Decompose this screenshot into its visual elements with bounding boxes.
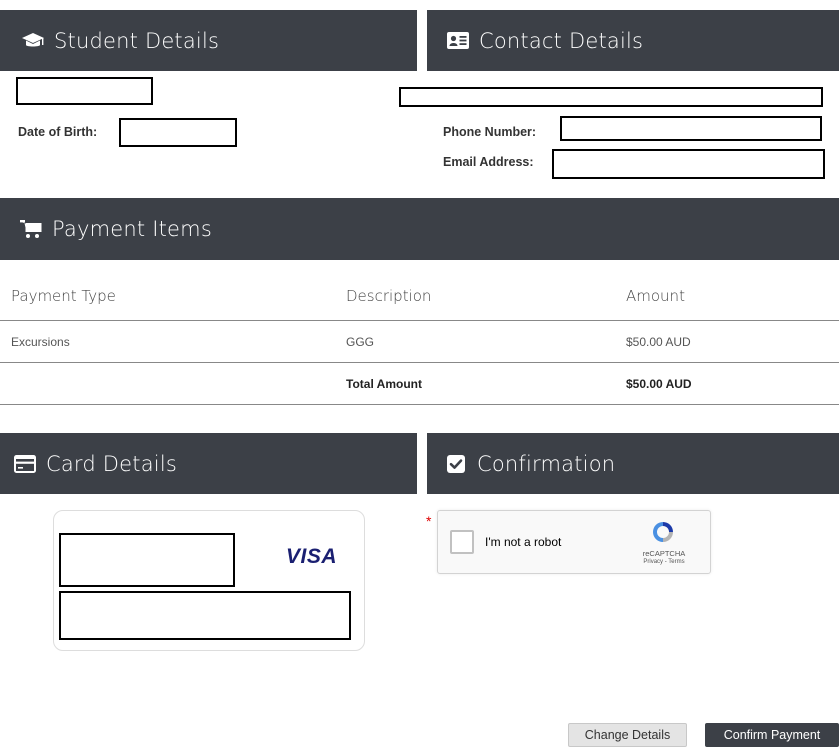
- column-header-description: Description: [345, 272, 625, 321]
- student-name-redacted: [16, 77, 153, 105]
- email-label: Email Address:: [443, 155, 534, 169]
- confirmation-header: Confirmation: [427, 433, 839, 494]
- total-label: Total Amount: [345, 362, 625, 405]
- table-header-row: Payment Type Description Amount: [0, 272, 839, 321]
- confirmation-title: Confirmation: [477, 451, 616, 476]
- id-card-icon: [445, 30, 471, 52]
- amount-cell: $50.00 AUD: [625, 320, 839, 363]
- total-amount: $50.00 AUD: [625, 362, 839, 405]
- card-details-title: Card Details: [46, 451, 178, 476]
- graduation-cap-icon: [20, 30, 46, 52]
- recaptcha-privacy-terms-link[interactable]: Privacy - Terms: [624, 559, 704, 565]
- required-marker: *: [426, 513, 432, 529]
- recaptcha-widget: I'm not a robot reCAPTCHA Privacy - Term…: [437, 510, 711, 574]
- total-row: Total Amount $50.00 AUD: [0, 362, 839, 405]
- contact-details-header: Contact Details: [427, 10, 839, 71]
- recaptcha-checkbox[interactable]: [450, 530, 474, 554]
- dob-label: Date of Birth:: [18, 125, 98, 139]
- column-header-amount: Amount: [625, 272, 839, 321]
- check-square-icon: [443, 453, 469, 475]
- card-details-redacted[interactable]: [59, 591, 351, 640]
- description-cell: GGG: [345, 320, 625, 363]
- change-details-button[interactable]: Change Details: [568, 723, 687, 747]
- student-details-header: Student Details: [0, 10, 417, 71]
- phone-label: Phone Number:: [443, 125, 537, 139]
- email-value-redacted: [552, 149, 825, 179]
- payment-items-table: Payment Type Description Amount Excursio…: [0, 272, 839, 405]
- column-header-payment-type: Payment Type: [0, 272, 345, 321]
- contact-details-title: Contact Details: [479, 28, 644, 53]
- payment-items-header: Payment Items: [0, 198, 839, 260]
- card-number-redacted[interactable]: [59, 533, 235, 587]
- total-spacer-cell: [0, 362, 345, 405]
- dob-value-redacted: [119, 118, 237, 147]
- payment-type-cell: Excursions: [0, 320, 345, 363]
- card-details-header: Card Details: [0, 433, 417, 494]
- credit-card-icon: [12, 453, 38, 475]
- contact-name-redacted: [399, 87, 823, 107]
- table-row: Excursions GGG $50.00 AUD: [0, 320, 839, 363]
- phone-value-redacted: [560, 116, 822, 141]
- shopping-cart-icon: [18, 218, 44, 240]
- payment-items-title: Payment Items: [52, 217, 212, 241]
- confirm-payment-button[interactable]: Confirm Payment: [705, 723, 839, 747]
- recaptcha-logo-icon: [650, 519, 676, 545]
- student-details-title: Student Details: [54, 28, 220, 53]
- recaptcha-label: I'm not a robot: [485, 535, 562, 549]
- visa-logo: VISA: [286, 545, 338, 568]
- recaptcha-brand-text: reCAPTCHA: [642, 549, 686, 558]
